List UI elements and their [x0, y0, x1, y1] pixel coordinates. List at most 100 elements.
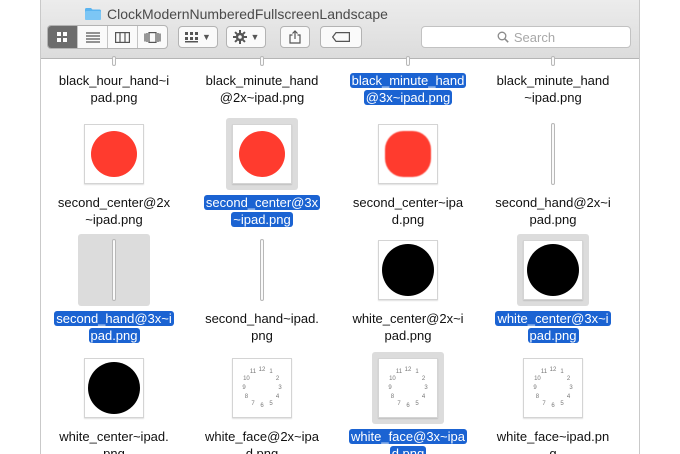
clock-number: 5	[415, 400, 419, 407]
clock-number: 9	[242, 385, 246, 391]
clock-number: 10	[389, 376, 396, 382]
file-item[interactable]: second_center@2x ~ipad.png	[41, 112, 187, 227]
image-preview-frame	[378, 240, 438, 300]
file-thumbnail[interactable]	[78, 352, 150, 424]
file-name-line-2: ~ipad.png	[231, 212, 293, 227]
file-thumbnail[interactable]	[78, 234, 150, 306]
file-name-line-1: white_center@2x~i	[352, 311, 464, 326]
clock-hand-image	[551, 123, 555, 185]
clock-number: 3	[424, 385, 428, 391]
file-name-label[interactable]: black_minute_hand ~ipad.png	[480, 72, 626, 106]
file-thumbnail[interactable]	[517, 234, 589, 306]
file-name-label[interactable]: second_hand@3x~i pad.png	[41, 310, 187, 344]
file-name-line-2: ~ipad.png	[85, 212, 143, 227]
clock-number: 4	[421, 394, 426, 400]
clock-number: 9	[533, 385, 537, 391]
red-circle-image	[239, 131, 285, 177]
image-preview-frame	[84, 358, 144, 418]
file-name-label[interactable]: white_face@3x~ipa d.png	[335, 428, 481, 454]
black-circle-image	[382, 244, 434, 296]
file-name-line-2: pad.png	[529, 212, 577, 227]
clock-hand-image	[260, 56, 264, 66]
file-name-label[interactable]: black_minute_hand @3x~ipad.png	[335, 72, 481, 106]
file-thumbnail[interactable]	[226, 234, 298, 306]
image-preview-frame: 12 1 2 3 4 5 6 7 8 9 10 11	[378, 358, 438, 418]
file-icon-grid: black_hour_hand~i pad.png black_minute_han…	[41, 56, 639, 454]
file-name-label[interactable]: black_minute_hand @2x~ipad.png	[189, 72, 335, 106]
clock-number: 2	[566, 376, 571, 382]
file-item[interactable]: second_hand@2x~i pad.png	[480, 112, 626, 227]
red-circle-image	[91, 131, 137, 177]
file-name-line-1: black_minute_hand	[496, 73, 610, 88]
black-circle-image	[527, 244, 579, 296]
file-name-line-1: black_hour_hand~i	[58, 73, 170, 88]
file-name-line-1: black_minute_hand	[205, 73, 319, 88]
image-preview-frame	[378, 124, 438, 184]
clock-face-image: 12 1 2 3 4 5 6 7 8 9 10 11	[385, 365, 431, 411]
clock-number: 7	[251, 400, 255, 407]
clock-number: 10	[534, 376, 541, 382]
file-thumbnail[interactable]: 12 1 2 3 4 5 6 7 8 9 10 11	[517, 352, 589, 424]
file-name-label[interactable]: black_hour_hand~i pad.png	[41, 72, 187, 106]
file-name-label[interactable]: second_center~ipa d.png	[335, 194, 481, 228]
file-item[interactable]: white_center@2x~i pad.png	[335, 228, 481, 343]
file-name-label[interactable]: second_hand@2x~i pad.png	[480, 194, 626, 228]
finder-window: ClockModernNumberedFullscreenLandscape ▼…	[40, 0, 640, 454]
file-item[interactable]: 12 1 2 3 4 5 6 7 8 9 10 11 white_face@3x~ipa d.png	[335, 346, 481, 454]
clock-number: 12	[549, 367, 557, 373]
clock-number: 7	[542, 400, 546, 407]
file-name-label[interactable]: second_center@2x ~ipad.png	[41, 194, 187, 228]
file-thumbnail[interactable]	[372, 234, 444, 306]
clock-number: 1	[415, 369, 419, 376]
file-name-label[interactable]: white_center@3x~i pad.png	[480, 310, 626, 344]
clock-number: 2	[275, 376, 280, 382]
file-name-line-1: second_hand@2x~i	[495, 195, 611, 210]
clock-number: 8	[244, 394, 249, 400]
file-thumbnail[interactable]	[517, 118, 589, 190]
clock-hand-image	[551, 56, 555, 66]
file-name-line-2: d.png	[389, 446, 427, 454]
clock-number: 11	[540, 369, 548, 376]
file-name-line-1: second_center~ipa	[352, 195, 464, 210]
file-item[interactable]: 12 1 2 3 4 5 6 7 8 9 10 11 white_face@2x~ipa d.png	[189, 346, 335, 454]
clock-number: 3	[278, 385, 282, 391]
file-name-line-2: d.png	[391, 212, 425, 227]
file-name-label[interactable]: white_center@2x~i pad.png	[335, 310, 481, 344]
file-thumbnail[interactable]	[78, 118, 150, 190]
clock-number: 11	[395, 369, 403, 376]
image-preview-frame	[84, 124, 144, 184]
file-item[interactable]: second_hand~ipad.png	[189, 228, 335, 343]
image-preview-frame: 12 1 2 3 4 5 6 7 8 9 10 11	[523, 358, 583, 418]
clock-number: 2	[421, 376, 426, 382]
file-name-line-1: second_hand~ipad.	[205, 311, 319, 326]
file-item[interactable]: 12 1 2 3 4 5 6 7 8 9 10 11 white_face~ipad.pn g	[480, 346, 626, 454]
file-name-line-2: g	[549, 446, 557, 454]
file-thumbnail[interactable]	[226, 118, 298, 190]
file-thumbnail[interactable]: 12 1 2 3 4 5 6 7 8 9 10 11	[372, 352, 444, 424]
file-name-label[interactable]: white_face~ipad.pn g	[480, 428, 626, 454]
clock-number: 4	[275, 394, 280, 400]
file-thumbnail[interactable]	[372, 118, 444, 190]
file-name-label[interactable]: white_face@2x~ipa d.png	[189, 428, 335, 454]
file-name-line-1: white_face@2x~ipa	[204, 429, 320, 444]
file-item[interactable]: second_center~ipa d.png	[335, 112, 481, 227]
file-name-line-2: pad.png	[527, 328, 579, 343]
file-name-line-2: png	[251, 328, 273, 343]
file-item[interactable]: second_center@3x ~ipad.png	[189, 112, 335, 227]
clock-hand-image	[406, 56, 410, 66]
file-name-label[interactable]: white_center~ipad. png	[41, 428, 187, 454]
file-name-line-2: pad.png	[90, 90, 138, 105]
file-name-label[interactable]: second_hand~ipad.png	[189, 310, 335, 344]
file-name-line-2: d.png	[245, 446, 279, 454]
file-thumbnail[interactable]: 12 1 2 3 4 5 6 7 8 9 10 11	[226, 352, 298, 424]
clock-hand-image	[260, 239, 264, 301]
image-preview-frame	[523, 240, 583, 300]
file-item[interactable]: white_center@3x~i pad.png	[480, 228, 626, 343]
file-item[interactable]: white_center~ipad. png	[41, 346, 187, 454]
clock-number: 6	[406, 403, 410, 409]
file-name-label[interactable]: second_center@3x ~ipad.png	[189, 194, 335, 228]
file-item[interactable]: second_hand@3x~i pad.png	[41, 228, 187, 343]
clock-number: 7	[397, 400, 401, 407]
red-circle-image	[385, 131, 431, 177]
clock-face-image: 12 1 2 3 4 5 6 7 8 9 10 11	[530, 365, 576, 411]
